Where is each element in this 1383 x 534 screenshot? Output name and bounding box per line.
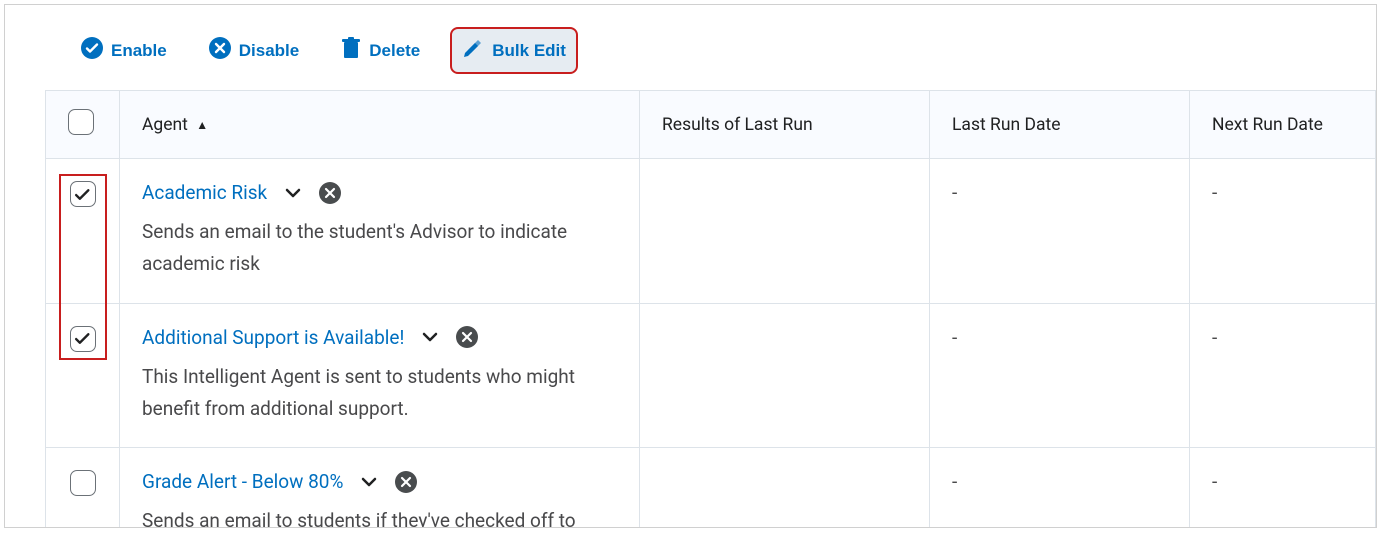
cell-results [640, 159, 930, 304]
agent-link[interactable]: Academic Risk [142, 181, 267, 204]
chevron-down-icon[interactable] [283, 183, 303, 203]
table-row: Additional Support is Available! This In… [46, 303, 1376, 448]
select-all-checkbox[interactable] [68, 109, 94, 135]
disable-button[interactable]: Disable [199, 29, 309, 72]
bulk-edit-label: Bulk Edit [492, 41, 566, 61]
trash-icon [341, 37, 361, 64]
enable-label: Enable [111, 41, 167, 61]
x-circle-icon [209, 37, 231, 64]
row-checkbox[interactable] [70, 181, 96, 207]
check-circle-icon [81, 37, 103, 64]
disabled-status-icon [395, 471, 417, 493]
header-next-run-label: Next Run Date [1212, 115, 1323, 135]
row-checkbox[interactable] [70, 470, 96, 496]
header-next-run: Next Run Date [1190, 91, 1376, 159]
disabled-status-icon [319, 182, 341, 204]
cell-next-run: - [1190, 159, 1376, 304]
agent-link[interactable]: Grade Alert - Below 80% [142, 470, 343, 493]
pencil-icon [462, 37, 484, 64]
cell-next-run: - [1190, 303, 1376, 448]
header-agent-label: Agent [142, 115, 188, 135]
header-last-run: Last Run Date [930, 91, 1190, 159]
header-last-run-label: Last Run Date [952, 115, 1061, 135]
chevron-down-icon[interactable] [420, 327, 440, 347]
cell-last-run: - [930, 303, 1190, 448]
table-row: Grade Alert - Below 80% Sends an email t… [46, 448, 1376, 528]
delete-label: Delete [369, 41, 420, 61]
agent-description: This Intelligent Agent is sent to studen… [142, 361, 582, 426]
enable-button[interactable]: Enable [71, 29, 177, 72]
header-agent[interactable]: Agent ▲ [120, 91, 640, 159]
disable-label: Disable [239, 41, 299, 61]
chevron-down-icon[interactable] [359, 472, 379, 492]
sort-ascending-icon: ▲ [196, 118, 208, 132]
delete-button[interactable]: Delete [331, 29, 430, 72]
table-row: Academic Risk Sends an email to the stud… [46, 159, 1376, 304]
cell-results [640, 448, 930, 528]
cell-last-run: - [930, 159, 1190, 304]
disabled-status-icon [456, 326, 478, 348]
agent-description: Sends an email to students if they've ch… [142, 505, 582, 528]
row-checkbox[interactable] [70, 326, 96, 352]
agents-table: Agent ▲ Results of Last Run Last Run Dat… [45, 90, 1376, 528]
cell-next-run: - [1190, 448, 1376, 528]
cell-results [640, 303, 930, 448]
cell-last-run: - [930, 448, 1190, 528]
agent-description: Sends an email to the student's Advisor … [142, 216, 582, 281]
header-results-label: Results of Last Run [662, 115, 813, 135]
agent-link[interactable]: Additional Support is Available! [142, 326, 404, 349]
header-select-all [46, 91, 120, 159]
header-results: Results of Last Run [640, 91, 930, 159]
bulk-edit-button[interactable]: Bulk Edit [452, 29, 576, 72]
